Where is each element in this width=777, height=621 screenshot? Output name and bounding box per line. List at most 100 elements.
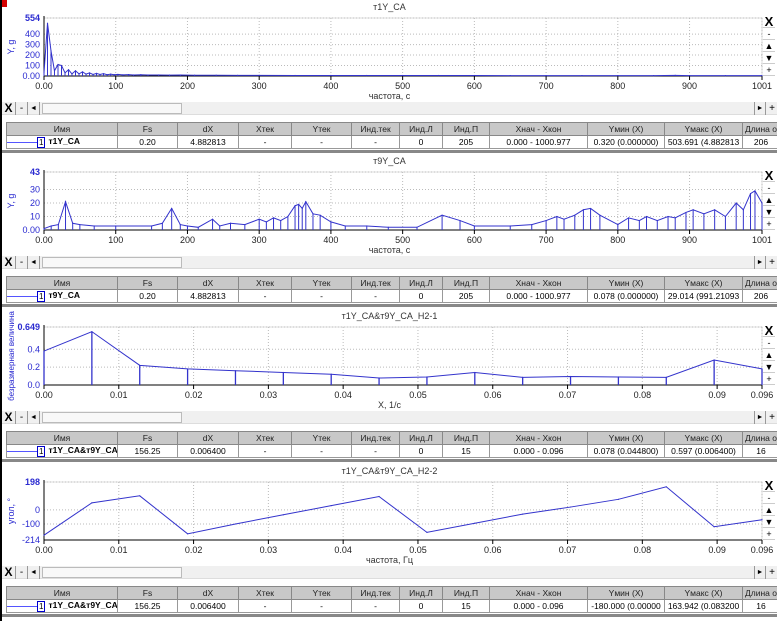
column-header[interactable]: dX xyxy=(177,276,239,290)
zoom-out-x-button[interactable]: - xyxy=(16,566,28,579)
column-header[interactable]: Инд.тек xyxy=(351,276,400,290)
scrollbar-thumb[interactable] xyxy=(42,412,182,423)
scroll-up-button[interactable]: ▲ xyxy=(763,40,775,52)
panel-splitter[interactable] xyxy=(2,150,777,153)
column-header[interactable]: Инд.П xyxy=(442,431,490,445)
scroll-left-button[interactable]: ◄ xyxy=(28,566,40,579)
plot-area[interactable]: 0.00 100 200 300 400 500 600 700 800 900 10010.001… xyxy=(2,154,777,254)
scroll-up-button[interactable]: ▲ xyxy=(763,349,775,361)
column-header[interactable]: Yтек xyxy=(291,586,352,600)
close-chart-button[interactable]: X xyxy=(763,324,775,337)
column-header[interactable]: Fs xyxy=(117,586,178,600)
column-header[interactable]: Yтек xyxy=(291,431,352,445)
zoom-in-y-button[interactable]: + xyxy=(763,218,775,230)
close-x-axis-button[interactable]: X xyxy=(2,566,16,579)
column-header[interactable]: Инд.тек xyxy=(351,122,400,136)
column-header[interactable]: Инд.тек xyxy=(351,586,400,600)
column-header[interactable]: Fs xyxy=(117,122,178,136)
panel-splitter[interactable] xyxy=(2,614,777,617)
scroll-left-button[interactable]: ◄ xyxy=(28,411,40,424)
column-header[interactable]: Имя xyxy=(6,122,118,136)
column-header[interactable]: Имя xyxy=(6,586,118,600)
close-chart-button[interactable]: X xyxy=(763,15,775,28)
close-chart-button[interactable]: X xyxy=(763,169,775,182)
column-header[interactable]: Длина о xyxy=(742,276,777,290)
scroll-right-button[interactable]: ► xyxy=(754,256,766,269)
scroll-down-button[interactable]: ▼ xyxy=(763,52,775,64)
scroll-up-button[interactable]: ▲ xyxy=(763,194,775,206)
horizontal-scrollbar[interactable]: X - ◄ ► + xyxy=(2,566,777,579)
scroll-left-button[interactable]: ◄ xyxy=(28,256,40,269)
column-header[interactable]: Fs xyxy=(117,431,178,445)
column-header[interactable]: Yмакс (X) xyxy=(664,122,743,136)
scrollbar-thumb[interactable] xyxy=(42,257,182,268)
column-header[interactable]: Длина о xyxy=(742,431,777,445)
column-header[interactable]: Имя xyxy=(6,276,118,290)
scrollbar-thumb[interactable] xyxy=(42,103,182,114)
column-header[interactable]: Xтек xyxy=(238,586,292,600)
column-header[interactable]: Xнач - Xкон xyxy=(489,122,588,136)
column-header[interactable]: Xнач - Xкон xyxy=(489,586,588,600)
table-row[interactable]: 1 т1Y_CA&т9Y_CA_ 156.25 0.006400- - -0 15 0.000… xyxy=(6,599,777,613)
zoom-in-x-button[interactable]: + xyxy=(766,256,777,269)
column-header[interactable]: Инд.П xyxy=(442,276,490,290)
column-header[interactable]: dX xyxy=(177,586,239,600)
zoom-in-y-button[interactable]: + xyxy=(763,528,775,540)
column-header[interactable]: Yмин (X) xyxy=(587,276,665,290)
zoom-in-x-button[interactable]: + xyxy=(766,411,777,424)
scroll-left-button[interactable]: ◄ xyxy=(28,102,40,115)
plot-area[interactable]: 0.00 0.01 0.02 0.03 0.04 0.05 0.06 0.07 0.08 0.09… xyxy=(2,309,777,409)
column-header[interactable]: Инд.Л xyxy=(399,431,443,445)
close-x-axis-button[interactable]: X xyxy=(2,411,16,424)
zoom-out-y-button[interactable]: - xyxy=(763,492,775,504)
plot-area[interactable]: 0.00 0.01 0.02 0.03 0.04 0.05 0.06 0.07 0.08 0.09… xyxy=(2,464,777,564)
plot-area[interactable]: 0.00 100 200 300 400 500 600 700 800 900 10010.001… xyxy=(2,0,777,100)
column-header[interactable]: Инд.П xyxy=(442,586,490,600)
column-header[interactable]: dX xyxy=(177,122,239,136)
zoom-in-y-button[interactable]: + xyxy=(763,64,775,76)
horizontal-scrollbar[interactable]: X - ◄ ► + xyxy=(2,411,777,424)
column-header[interactable]: Имя xyxy=(6,431,118,445)
column-header[interactable]: Длина о xyxy=(742,122,777,136)
column-header[interactable]: Инд.Л xyxy=(399,276,443,290)
zoom-out-x-button[interactable]: - xyxy=(16,411,28,424)
column-header[interactable]: Инд.Л xyxy=(399,586,443,600)
scroll-up-button[interactable]: ▲ xyxy=(763,504,775,516)
column-header[interactable]: Yмакс (X) xyxy=(664,431,743,445)
table-row[interactable]: 1 т9Y_CA 0.20 4.882813- - -0 205 0.000 - 1000.9… xyxy=(6,289,777,303)
horizontal-scrollbar[interactable]: X - ◄ ► + xyxy=(2,256,777,269)
column-header[interactable]: Инд.П xyxy=(442,122,490,136)
column-header[interactable]: Xтек xyxy=(238,122,292,136)
close-x-axis-button[interactable]: X xyxy=(2,102,16,115)
close-chart-button[interactable]: X xyxy=(763,479,775,492)
column-header[interactable]: Yмакс (X) xyxy=(664,276,743,290)
horizontal-scrollbar[interactable]: X - ◄ ► + xyxy=(2,102,777,115)
zoom-in-y-button[interactable]: + xyxy=(763,373,775,385)
column-header[interactable]: dX xyxy=(177,431,239,445)
scroll-down-button[interactable]: ▼ xyxy=(763,361,775,373)
scroll-right-button[interactable]: ► xyxy=(754,411,766,424)
zoom-in-x-button[interactable]: + xyxy=(766,102,777,115)
scroll-down-button[interactable]: ▼ xyxy=(763,206,775,218)
column-header[interactable]: Yтек xyxy=(291,276,352,290)
zoom-out-y-button[interactable]: - xyxy=(763,28,775,40)
column-header[interactable]: Fs xyxy=(117,276,178,290)
panel-splitter[interactable] xyxy=(2,459,777,462)
table-row[interactable]: 1 т1Y_CA 0.20 4.882813- - -0 205 0.000 - 1000.9… xyxy=(6,135,777,149)
close-x-axis-button[interactable]: X xyxy=(2,256,16,269)
scroll-right-button[interactable]: ► xyxy=(754,102,766,115)
column-header[interactable]: Yмин (X) xyxy=(587,586,665,600)
column-header[interactable]: Yмакс (X) xyxy=(664,586,743,600)
column-header[interactable]: Длина о xyxy=(742,586,777,600)
table-row[interactable]: 1 т1Y_CA&т9Y_CA_ 156.25 0.006400- - -0 15 0.000… xyxy=(6,444,777,458)
scrollbar-thumb[interactable] xyxy=(42,567,182,578)
column-header[interactable]: Yмин (X) xyxy=(587,122,665,136)
column-header[interactable]: Xтек xyxy=(238,276,292,290)
column-header[interactable]: Xтек xyxy=(238,431,292,445)
scroll-down-button[interactable]: ▼ xyxy=(763,516,775,528)
column-header[interactable]: Xнач - Xкон xyxy=(489,431,588,445)
column-header[interactable]: Xнач - Xкон xyxy=(489,276,588,290)
panel-splitter[interactable] xyxy=(2,304,777,307)
zoom-out-y-button[interactable]: - xyxy=(763,182,775,194)
column-header[interactable]: Инд.Л xyxy=(399,122,443,136)
